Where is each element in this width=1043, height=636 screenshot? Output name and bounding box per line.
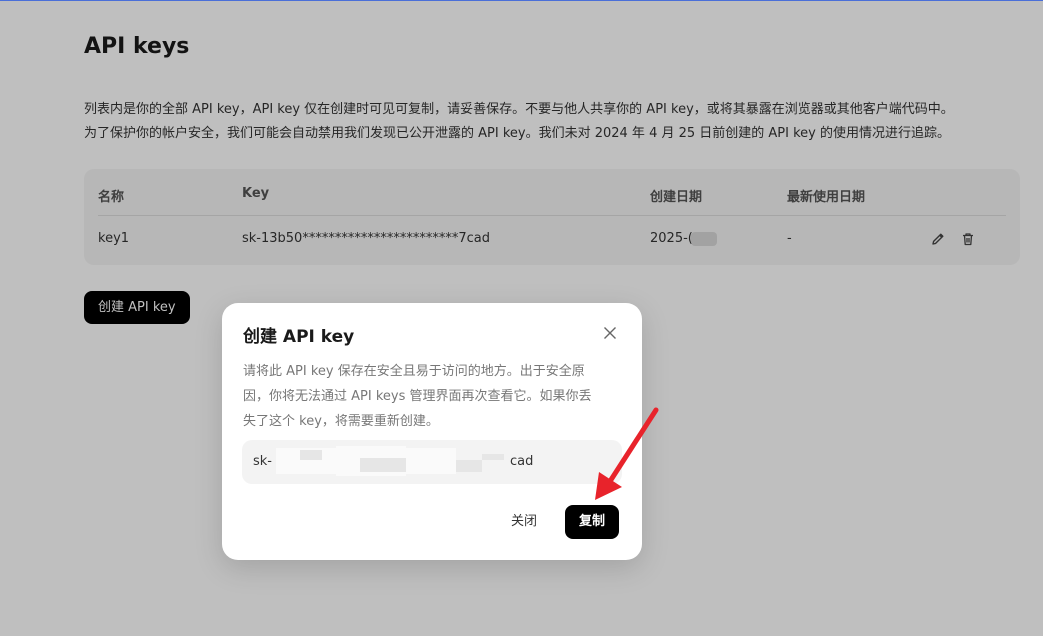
api-key-suffix: cad <box>510 454 534 469</box>
modal-description-line-1: 请将此 API key 保存在安全且易于访问的地方。出于安全原 <box>243 364 585 379</box>
redacted-blur <box>456 460 482 472</box>
top-accent-line <box>0 0 1043 1</box>
redacted-blur <box>406 448 456 474</box>
close-icon[interactable] <box>602 325 618 341</box>
redacted-blur <box>300 450 322 460</box>
create-api-key-modal: 创建 API key 请将此 API key 保存在安全且易于访问的地方。出于安… <box>222 303 642 560</box>
modal-description-line-3: 失了这个 key，将需要重新创建。 <box>243 414 439 429</box>
modal-description: 请将此 API key 保存在安全且易于访问的地方。出于安全原 因，你将无法通过… <box>243 359 623 434</box>
api-key-field[interactable]: sk- cad <box>242 440 622 484</box>
copy-button[interactable]: 复制 <box>565 505 620 539</box>
redacted-blur <box>482 454 504 460</box>
api-key-prefix: sk- <box>253 454 272 469</box>
modal-description-line-2: 因，你将无法通过 API keys 管理界面再次查看它。如果你丢 <box>243 389 592 404</box>
redacted-blur <box>360 458 408 472</box>
close-button[interactable]: 关闭 <box>497 505 551 539</box>
modal-title: 创建 API key <box>243 327 355 347</box>
